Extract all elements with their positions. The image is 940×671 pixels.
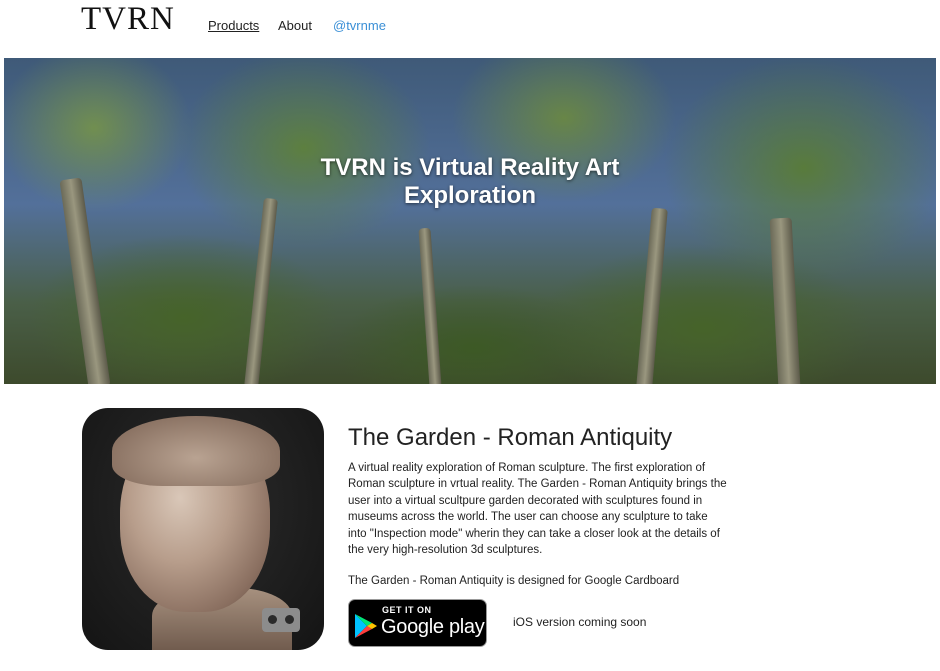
tree-trunk xyxy=(244,197,278,384)
main-nav: Products About @tvrnme xyxy=(208,18,386,33)
site-header: TVRN Products About @tvrnme xyxy=(0,0,940,58)
google-play-main-label: Google play xyxy=(381,616,485,638)
product-title: The Garden - Roman Antiquity xyxy=(348,424,673,451)
tree-trunk xyxy=(418,227,442,384)
ios-note: iOS version coming soon xyxy=(513,615,647,629)
hero-banner: TVRN is Virtual Reality Art Exploration xyxy=(4,58,936,384)
nav-products-link[interactable]: Products xyxy=(208,18,259,33)
nav-about-link[interactable]: About xyxy=(278,18,312,33)
cardboard-note: The Garden - Roman Antiquity is designed… xyxy=(348,575,680,587)
nav-twitter-link[interactable]: @tvrnme xyxy=(333,18,386,33)
hero-title: TVRN is Virtual Reality Art Exploration xyxy=(4,154,936,210)
google-play-top-label: GET IT ON xyxy=(382,605,432,615)
tree-trunk xyxy=(636,207,668,384)
hero-title-line-1: TVRN is Virtual Reality Art xyxy=(320,154,620,181)
tree-trunk xyxy=(769,217,801,384)
product-description: A virtual reality exploration of Roman s… xyxy=(348,462,727,557)
bust-hair xyxy=(112,416,280,486)
hero-title-line-2: Exploration xyxy=(403,182,536,209)
google-play-icon xyxy=(355,614,377,638)
google-play-button[interactable]: GET IT ON Google play xyxy=(348,599,487,647)
cardboard-icon xyxy=(262,608,300,632)
site-logo[interactable]: TVRN xyxy=(81,1,175,38)
product-app-icon[interactable] xyxy=(82,408,324,650)
